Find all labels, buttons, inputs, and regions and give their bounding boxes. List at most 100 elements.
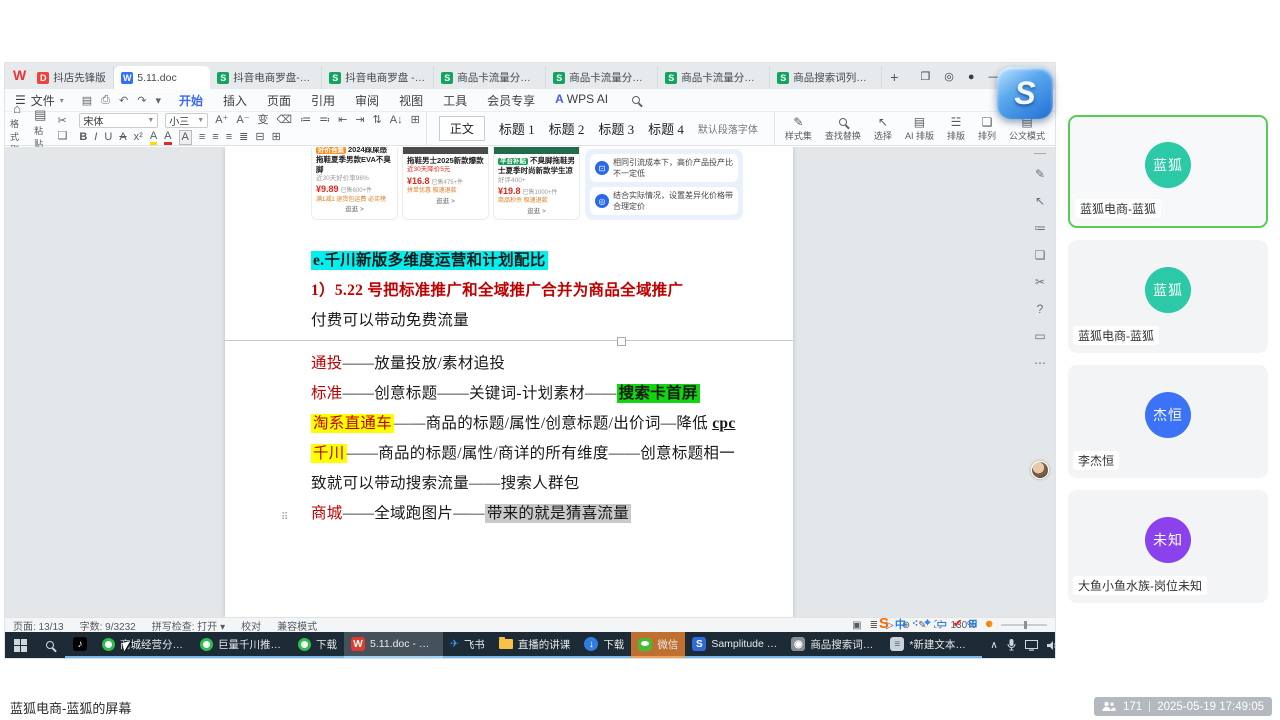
ribbon-button[interactable]: ⇤: [338, 114, 347, 127]
ribbon-button[interactable]: U: [104, 131, 112, 144]
browser-tab[interactable]: S抖音电商罗盘 - 成交…: [322, 66, 434, 89]
quick-icon[interactable]: ⎙: [101, 94, 110, 107]
participant-tile[interactable]: 未知大鱼小鱼水族-岗位未知: [1068, 490, 1268, 603]
ribbon-button[interactable]: ⌫: [277, 114, 293, 127]
ribbon-button[interactable]: A: [179, 130, 192, 145]
ribbon-button[interactable]: x²: [134, 131, 143, 144]
wps-doc-window[interactable]: W5.11.doc - W…: [344, 632, 443, 658]
account-icon[interactable]: ●: [968, 71, 975, 83]
side-tool-button[interactable]: ↖: [1035, 194, 1045, 208]
ribbon-button[interactable]: A: [164, 130, 171, 145]
zoom-slider[interactable]: [1001, 624, 1047, 626]
search-words-window[interactable]: ◉商品搜索词统…: [784, 632, 883, 658]
ribbon-button[interactable]: ≡: [212, 131, 218, 144]
product-more-link[interactable]: 逛逛 >: [316, 206, 393, 214]
participant-tile[interactable]: 蓝狐蓝狐电商-蓝狐: [1068, 240, 1268, 353]
participant-tile[interactable]: 蓝狐蓝狐电商-蓝狐: [1068, 115, 1268, 228]
paste-button[interactable]: ▤ 粘贴: [29, 112, 51, 145]
display-icon[interactable]: [1025, 640, 1038, 651]
tray-expand-icon[interactable]: ∧: [990, 640, 997, 651]
paragraph-style-标题 4[interactable]: 标题 4: [648, 119, 684, 138]
status-item[interactable]: 校对: [241, 618, 261, 633]
side-tool-button[interactable]: ❏: [1035, 248, 1046, 262]
ribbon-tool-公文模式[interactable]: ▤公文模式: [1009, 115, 1045, 142]
browser-window-3[interactable]: 下载: [291, 632, 344, 658]
browser-tab[interactable]: S商品搜索词列表_统计…: [770, 66, 882, 89]
status-item[interactable]: 拼写检查: 打开 ▾: [152, 618, 225, 633]
format-painter-button[interactable]: ⌂ 格式刷: [5, 112, 29, 145]
product-more-link[interactable]: 逛逛 >: [498, 208, 575, 216]
browser-tab[interactable]: S商品卡流量分析汇总-…: [658, 66, 770, 89]
paragraph-style-标题 1[interactable]: 标题 1: [499, 119, 535, 138]
ribbon-button[interactable]: A⁺: [215, 114, 228, 127]
ribbon-button[interactable]: ≣: [239, 131, 248, 144]
paragraph-style-正文[interactable]: 正文: [439, 116, 485, 141]
menu-tab-WPS AI[interactable]: AWPS AI: [545, 90, 618, 111]
view-mode-button[interactable]: ≣: [870, 620, 878, 631]
menu-tab-开始[interactable]: 开始: [169, 90, 213, 111]
font-name-select[interactable]: 宋体 ▼: [79, 113, 158, 128]
font-size-select[interactable]: 小三 ▼: [165, 113, 208, 128]
start-button[interactable]: [5, 632, 35, 658]
folder-window[interactable]: 直播的讲课: [492, 632, 578, 658]
ribbon-button[interactable]: ⊟: [255, 131, 264, 144]
ribbon-button[interactable]: ≔: [300, 114, 311, 127]
ribbon-tool-排列[interactable]: ❏排列: [978, 115, 996, 142]
notepad-window[interactable]: ≡*新建文本文档…: [883, 632, 982, 658]
browser-tab[interactable]: S商品卡流量分析流量来源: [434, 66, 546, 89]
ribbon-button[interactable]: A⁻: [236, 114, 249, 127]
ribbon-button[interactable]: A↓: [390, 114, 403, 127]
restore-icon[interactable]: ❐: [920, 70, 930, 83]
menu-tab-视图[interactable]: 视图: [389, 90, 433, 111]
participant-tile[interactable]: 杰恒李杰恒: [1068, 365, 1268, 478]
side-tool-button[interactable]: ✂: [1035, 275, 1045, 289]
browser-window-2[interactable]: 巨量千川推荐…: [193, 632, 291, 658]
wechat-app[interactable]: 微信: [631, 632, 685, 658]
microphone-icon[interactable]: [1007, 639, 1016, 651]
cut-icon[interactable]: ✂: [57, 115, 67, 128]
product-more-link[interactable]: 逛逛 >: [407, 198, 484, 206]
quick-icon[interactable]: ▾: [155, 94, 161, 107]
ribbon-tool-AI 排版[interactable]: ▤AI 排版: [905, 115, 934, 142]
ribbon-button[interactable]: B: [79, 131, 87, 144]
browser-tab[interactable]: S商品卡流量分析流量来源: [546, 66, 658, 89]
ribbon-button[interactable]: ≡: [199, 131, 205, 144]
browser-window-1[interactable]: 商城经营分-…: [95, 632, 193, 658]
paragraph-drag-handle[interactable]: ⠿: [281, 507, 289, 528]
menu-tab-插入[interactable]: 插入: [213, 90, 257, 111]
ribbon-button[interactable]: ⇥: [355, 114, 364, 127]
copy-icon[interactable]: ❏: [57, 130, 67, 143]
douyin-app[interactable]: ♪: [65, 632, 95, 658]
taskbar-search[interactable]: [35, 632, 65, 658]
download-app[interactable]: ↓下载: [577, 632, 631, 658]
ribbon-button[interactable]: ≕: [319, 114, 330, 127]
menu-tab-审阅[interactable]: 审阅: [345, 90, 389, 111]
ribbon-button[interactable]: I: [94, 131, 97, 144]
ribbon-button[interactable]: 变: [258, 114, 269, 127]
status-item[interactable]: 兼容模式: [277, 618, 317, 633]
ribbon-button[interactable]: A: [150, 130, 157, 145]
browser-extension-icon[interactable]: ◎: [944, 70, 954, 83]
feishu-app[interactable]: ✈飞书: [443, 632, 492, 658]
ribbon-tool-排版[interactable]: ☱排版: [947, 115, 965, 142]
quick-icon[interactable]: ▤: [82, 94, 92, 107]
ribbon-tool-样式集[interactable]: ✎样式集: [785, 115, 812, 142]
samplitude-app[interactable]: SSamplitude P…: [685, 632, 784, 658]
ribbon-button[interactable]: ⇅: [373, 114, 382, 127]
view-mode-button[interactable]: ▣: [852, 620, 861, 631]
wps-home-logo-icon[interactable]: W: [13, 67, 26, 85]
browser-tab[interactable]: D抖店先锋版: [30, 66, 114, 89]
quick-icon[interactable]: ↶: [119, 94, 128, 107]
ribbon-button[interactable]: ≡: [226, 131, 232, 144]
menu-tab-工具[interactable]: 工具: [433, 90, 477, 111]
menu-tab-会员专享[interactable]: 会员专享: [477, 90, 545, 111]
paragraph-style-标题 2[interactable]: 标题 2: [549, 119, 585, 138]
paragraph-style-标题 3[interactable]: 标题 3: [598, 119, 634, 138]
side-tool-button[interactable]: ≔: [1034, 221, 1046, 235]
browser-tab[interactable]: W5.11.doc: [114, 66, 210, 89]
side-tool-button[interactable]: ⋯: [1034, 356, 1046, 370]
ribbon-tool-选择[interactable]: ↖选择: [874, 115, 892, 142]
new-tab-button[interactable]: +: [882, 69, 906, 89]
menu-tab-引用[interactable]: 引用: [301, 90, 345, 111]
ribbon-button[interactable]: ⊞: [272, 131, 281, 144]
